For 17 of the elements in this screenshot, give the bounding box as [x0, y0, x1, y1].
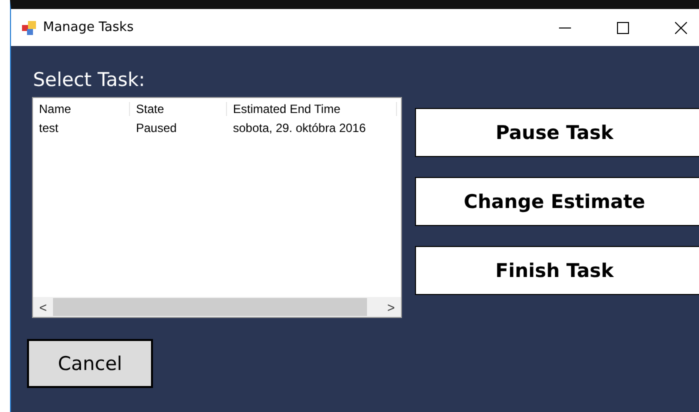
cancel-button[interactable]: Cancel	[27, 339, 153, 388]
table-cell-text: sobota, 29. októbra 2016	[232, 121, 367, 135]
action-button[interactable]: Pause Task	[415, 108, 699, 157]
action-button[interactable]: Change Estimate	[415, 177, 699, 226]
app-icon	[21, 20, 37, 36]
window-title: Manage Tasks	[43, 20, 134, 35]
action-button[interactable]: Finish Task	[415, 246, 699, 295]
table-cell-text: test	[38, 121, 60, 135]
maximize-icon[interactable]	[617, 22, 629, 34]
table-cell-text: Paused	[135, 121, 178, 135]
close-icon[interactable]	[675, 22, 687, 34]
column-header[interactable]: Name	[33, 102, 130, 116]
section-heading: Select Task:	[33, 68, 146, 93]
column-header[interactable]: State	[130, 102, 227, 116]
scrollbar-thumb[interactable]	[53, 298, 367, 316]
column-header[interactable]: Estimated End Time	[227, 102, 397, 116]
task-list[interactable]: Name State Estimated End Time test Paused sobota, 29. októbra 2016 < >	[32, 97, 402, 318]
